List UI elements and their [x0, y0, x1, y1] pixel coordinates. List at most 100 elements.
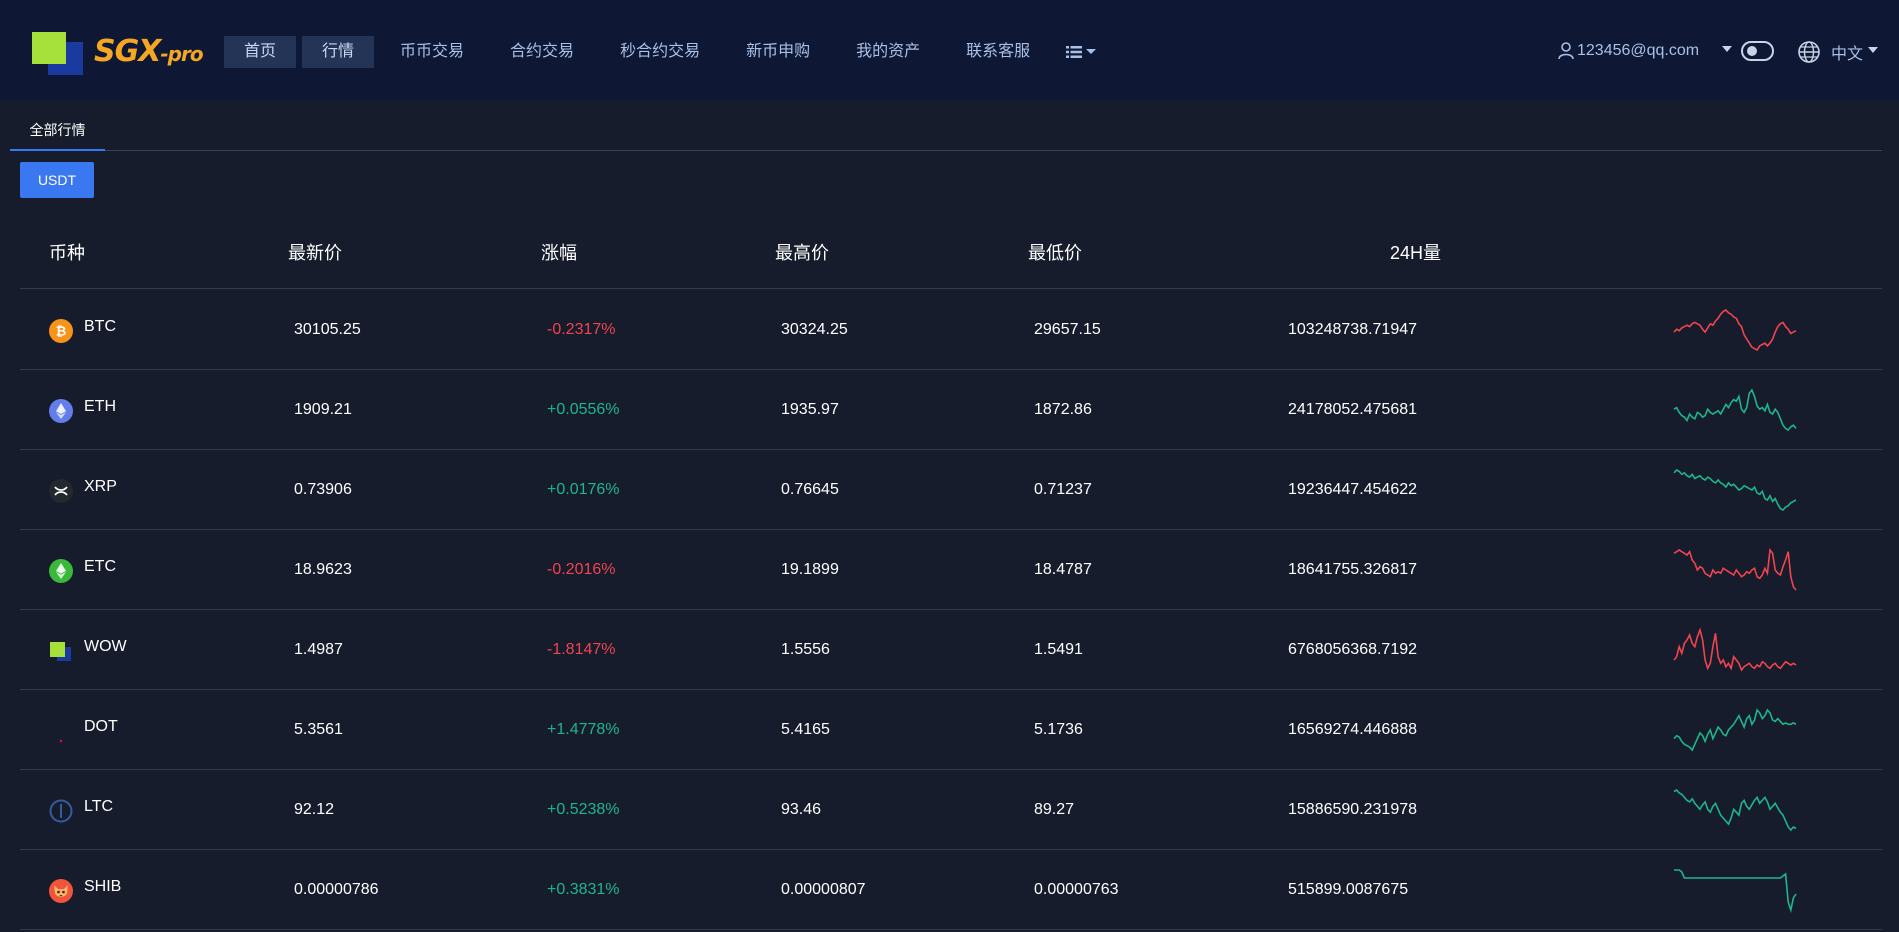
- low-price: 1.5491: [1034, 641, 1083, 658]
- low-price: 89.27: [1034, 801, 1075, 818]
- nav-item-contract-trading[interactable]: 合约交易: [490, 36, 594, 68]
- list-icon: [1066, 46, 1083, 58]
- table-row-shib[interactable]: SHIB 0.00000786 +0.3831% 0.00000807 0.000007…: [20, 850, 1882, 930]
- quote-currency-usdt-button[interactable]: USDT: [20, 162, 94, 198]
- column-header-latest-price[interactable]: 最新价: [288, 239, 342, 265]
- column-header-low[interactable]: 最低价: [1028, 239, 1082, 265]
- low-price: 0.00000763: [1034, 881, 1119, 898]
- latest-price: 18.9623: [294, 561, 352, 578]
- column-header-coin[interactable]: 币种: [49, 239, 85, 265]
- brand-name-suffix: -pro: [160, 42, 203, 66]
- low-price: 1872.86: [1034, 401, 1092, 418]
- volume-24h: 103248738.71947: [1288, 321, 1418, 338]
- nav-item-market[interactable]: 行情: [302, 36, 375, 68]
- ethereum-icon: [49, 399, 73, 423]
- bitcoin-icon: ₿: [49, 319, 73, 343]
- low-price: 0.71237: [1034, 481, 1092, 498]
- column-header-high[interactable]: 最高价: [775, 239, 829, 265]
- table-row-eth[interactable]: ETH 1909.21 +0.0556% 1935.97 1872.86 24178052…: [20, 370, 1882, 450]
- globe-icon[interactable]: [1797, 40, 1821, 64]
- litecoin-icon: [49, 799, 73, 823]
- high-price: 1935.97: [781, 401, 839, 418]
- volume-24h: 6768056368.7192: [1288, 641, 1418, 658]
- price-sparkline: [1673, 388, 1797, 432]
- price-sparkline: [1673, 468, 1797, 512]
- nav-item-customer-service[interactable]: 联系客服: [946, 36, 1050, 68]
- sparkline-path: [1673, 309, 1797, 352]
- high-price: 1.5556: [781, 641, 830, 658]
- brand-name: SGX-pro: [94, 34, 204, 69]
- theme-toggle[interactable]: [1741, 41, 1774, 61]
- market-tabs: 全部行情: [10, 118, 1882, 151]
- ethereum-classic-icon: [49, 559, 73, 583]
- table-row-ltc[interactable]: LTC 92.12 +0.5238% 93.46 89.27 15886590.23197…: [20, 770, 1882, 850]
- latest-price: 1.4987: [294, 641, 343, 658]
- latest-price: 0.00000786: [294, 881, 379, 898]
- sparkline-path: [1673, 788, 1797, 832]
- table-row-btc[interactable]: ₿ BTC 30105.25 -0.2317% 30324.25 29657.15 1032…: [20, 290, 1882, 370]
- logo-square-green: [32, 32, 66, 64]
- coin-name: ETC: [84, 558, 116, 575]
- nav-item-new-coin-subscription[interactable]: 新币申购: [726, 36, 830, 68]
- coin-name: DOT: [84, 718, 118, 735]
- top-navigation-bar: SGX-pro 首页 行情 币币交易 合约交易 秒合约交易 新币申购 我的资产 …: [0, 0, 1899, 100]
- price-change: +0.5238%: [547, 801, 620, 818]
- main-nav: 首页 行情 币币交易 合约交易 秒合约交易 新币申购 我的资产 联系客服: [224, 36, 1097, 68]
- language-chevron-down-icon[interactable]: [1867, 46, 1879, 54]
- column-header-change[interactable]: 涨幅: [541, 239, 577, 265]
- nav-item-home[interactable]: 首页: [224, 36, 297, 68]
- user-icon: [1558, 42, 1574, 60]
- chevron-down-icon: [1086, 49, 1097, 54]
- low-price: 18.4787: [1034, 561, 1092, 578]
- coin-name: XRP: [84, 478, 117, 495]
- price-change: +0.0176%: [547, 481, 620, 498]
- coin-name: WOW: [84, 638, 127, 655]
- latest-price: 1909.21: [294, 401, 352, 418]
- high-price: 0.00000807: [781, 881, 866, 898]
- high-price: 93.46: [781, 801, 822, 818]
- svg-text:₿: ₿: [56, 325, 67, 340]
- volume-24h: 15886590.231978: [1288, 801, 1418, 818]
- price-change: -1.8147%: [547, 641, 616, 658]
- coin-name: SHIB: [84, 878, 122, 895]
- theme-toggle-knob: [1747, 46, 1757, 56]
- latest-price: 30105.25: [294, 321, 361, 338]
- volume-24h: 515899.0087675: [1288, 881, 1409, 898]
- coin-name: ETH: [84, 398, 116, 415]
- table-row-etc[interactable]: ETC 18.9623 -0.2016% 19.1899 18.4787 18641755…: [20, 530, 1882, 610]
- user-account[interactable]: 123456@qq.com: [1558, 38, 1699, 64]
- price-change: +0.3831%: [547, 881, 620, 898]
- price-sparkline: [1673, 547, 1797, 591]
- coin-name: BTC: [84, 318, 116, 335]
- volume-24h: 16569274.446888: [1288, 721, 1418, 738]
- price-sparkline: [1673, 708, 1797, 752]
- low-price: 29657.15: [1034, 321, 1101, 338]
- wow-logo-icon: [50, 642, 71, 661]
- table-row-xrp[interactable]: XRP 0.73906 +0.0176% 0.76645 0.71237 19236447…: [20, 450, 1882, 530]
- sparkline-path: [1673, 388, 1797, 432]
- sparkline-path: [1673, 708, 1797, 752]
- nav-item-spot-trading[interactable]: 币币交易: [380, 36, 484, 68]
- table-row-dot[interactable]: DOT 5.3561 +1.4778% 5.4165 5.1736 16569274.44…: [20, 690, 1882, 770]
- price-change: +1.4778%: [547, 721, 620, 738]
- user-email: 123456@qq.com: [1577, 42, 1700, 59]
- column-header-24h-volume[interactable]: 24H量: [1390, 239, 1441, 265]
- sparkline-path: [1673, 468, 1797, 512]
- tab-all-markets[interactable]: 全部行情: [10, 118, 105, 151]
- polkadot-icon: [59, 739, 63, 743]
- nav-more-menu[interactable]: [1056, 36, 1097, 68]
- low-price: 5.1736: [1034, 721, 1083, 738]
- language-selector[interactable]: 中文: [1831, 40, 1863, 64]
- high-price: 30324.25: [781, 321, 848, 338]
- price-sparkline: [1673, 627, 1797, 672]
- latest-price: 92.12: [294, 801, 335, 818]
- price-change: +0.0556%: [547, 401, 620, 418]
- nav-item-my-assets[interactable]: 我的资产: [836, 36, 940, 68]
- user-menu-chevron-down-icon[interactable]: [1721, 45, 1733, 53]
- nav-item-second-contract[interactable]: 秒合约交易: [600, 36, 720, 68]
- brand-logo[interactable]: SGX-pro: [30, 30, 215, 76]
- market-table-header: 币种 最新价 涨幅 最高价 最低价 24H量: [20, 222, 1882, 289]
- price-sparkline: [1674, 869, 1797, 914]
- table-row-wow[interactable]: WOW 1.4987 -1.8147% 1.5556 1.5491 6768056368.…: [20, 610, 1882, 690]
- latest-price: 5.3561: [294, 721, 343, 738]
